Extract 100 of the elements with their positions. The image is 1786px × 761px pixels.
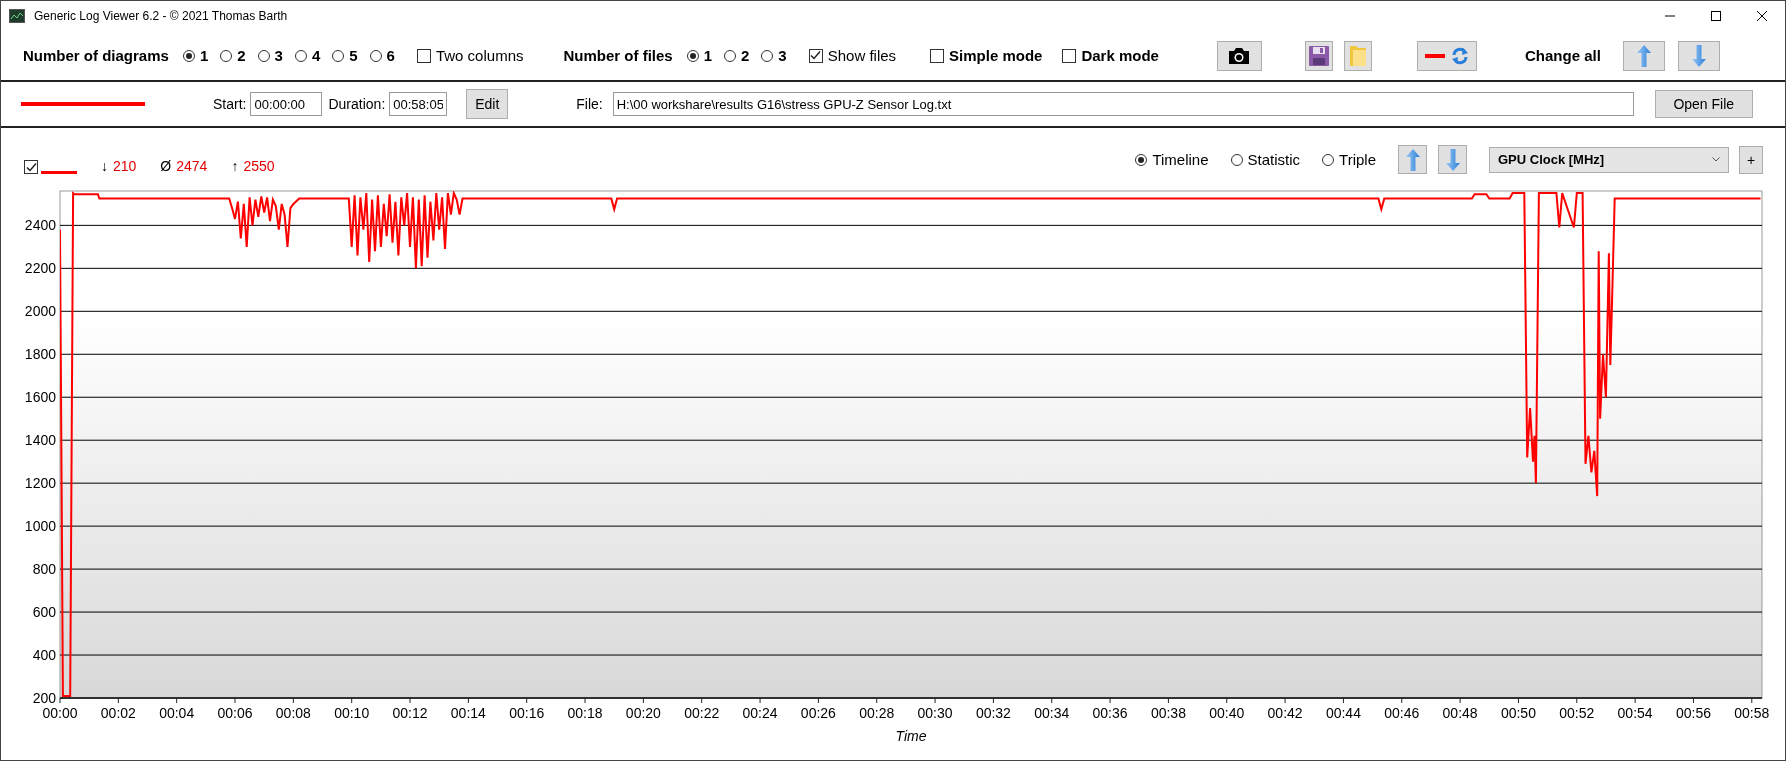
checkbox[interactable] (930, 48, 945, 63)
start-field[interactable]: 00:00:00 (250, 92, 323, 116)
axis-tick-label: 00:18 (567, 705, 603, 721)
axis-tick-label: 00:26 (800, 705, 836, 721)
checkbox-label: Simple mode (949, 47, 1043, 64)
axis-tick-label: 00:44 (1325, 705, 1361, 721)
camera-icon (1227, 46, 1252, 65)
checkbox[interactable] (1062, 48, 1077, 63)
option-label: 2 (237, 47, 246, 64)
axis-tick-label: 00:28 (859, 705, 895, 721)
radio-button[interactable] (257, 49, 270, 62)
checkbox[interactable] (416, 48, 431, 63)
axis-tick-label: 00:32 (975, 705, 1011, 721)
arrow-up-icon (1636, 44, 1651, 67)
axis-tick-label: 00:12 (392, 705, 428, 721)
option-label: 2 (741, 47, 750, 64)
axis-tick-label: 1600 (24, 389, 56, 406)
axis-tick-label: 00:06 (217, 705, 253, 721)
axis-title: Time (895, 728, 927, 744)
chevron-down-icon (1712, 157, 1720, 162)
axis-tick-label: 00:52 (1559, 705, 1595, 721)
stat-symbol: Ø (160, 158, 172, 174)
axis-tick-label: 00:58 (1734, 705, 1770, 721)
view-option-label: Timeline (1152, 151, 1209, 168)
view-option-label: Statistic (1247, 151, 1301, 168)
file-label: File: (576, 96, 603, 112)
arrow-up-icon (1405, 148, 1420, 171)
radio-button[interactable] (724, 49, 736, 62)
start-label: Start: (213, 96, 247, 112)
axis-tick-label: 00:56 (1675, 705, 1711, 721)
folder-icon (1347, 43, 1368, 68)
axis-tick-label: 00:30 (917, 705, 953, 721)
option-label: 3 (274, 47, 283, 64)
change-all-label: Change all (1524, 47, 1601, 64)
swap-color-button[interactable] (1416, 40, 1477, 71)
line-style-icon (21, 102, 145, 106)
legend-line-icon (41, 171, 77, 174)
axis-tick-label: 00:20 (625, 705, 661, 721)
maximize-icon (1711, 11, 1721, 21)
duration-label: Duration: (328, 96, 386, 112)
radio-button[interactable] (1135, 153, 1148, 166)
axis-tick-label: 00:46 (1384, 705, 1420, 721)
files-label: Number of files (563, 47, 673, 64)
diagrams-label: Number of diagrams (23, 47, 169, 64)
radio-button[interactable] (686, 49, 699, 62)
checkbox[interactable] (24, 160, 38, 174)
axis-tick-label: 00:50 (1500, 705, 1536, 721)
option-label: 4 (311, 47, 321, 64)
axis-tick-label: 1000 (24, 518, 56, 535)
axis-tick-label: 00:04 (159, 705, 195, 721)
sensor-dropdown[interactable]: GPU Clock [MHz] (1489, 146, 1729, 173)
window-title: Generic Log Viewer 6.2 - © 2021 Thomas Barth (34, 9, 288, 23)
refresh-icon (1450, 46, 1469, 65)
duration-field[interactable]: 00:58:05 (389, 92, 448, 116)
radio-button[interactable] (332, 49, 345, 62)
axis-tick-label: 00:48 (1442, 705, 1478, 721)
open-file-button[interactable]: Open File (1654, 90, 1753, 118)
axis-tick-label: 00:10 (334, 705, 370, 721)
save-button[interactable] (1304, 40, 1333, 71)
radio-button[interactable] (761, 49, 774, 62)
axis-tick-label: 00:22 (684, 705, 720, 721)
radio-button[interactable] (1322, 153, 1335, 166)
axis-tick-label: 2000 (24, 303, 56, 320)
close-icon (1757, 11, 1767, 21)
axis-tick-label: 00:38 (1150, 705, 1186, 721)
axis-tick-label: 00:40 (1209, 705, 1245, 721)
radio-button[interactable] (220, 49, 233, 62)
edit-button[interactable]: Edit (466, 89, 509, 119)
file-path-field[interactable]: H:\00 workshare\results G16\stress GPU-Z Sensor Log.txt (612, 92, 1634, 116)
axis-tick-label: 800 (32, 561, 56, 578)
radio-button[interactable] (369, 49, 382, 62)
axis-tick-label: 00:16 (509, 705, 545, 721)
axis-tick-label: 00:54 (1617, 705, 1653, 721)
stat-symbol: ↑ (231, 158, 239, 174)
axis-tick-label: 2400 (24, 217, 56, 234)
stat-value: 210 (113, 158, 137, 174)
stat-symbol: ↓ (101, 158, 108, 174)
add-button[interactable]: + (1739, 145, 1763, 174)
axis-tick-label: 00:08 (275, 705, 311, 721)
stat-value: 2550 (243, 158, 275, 174)
option-label: 3 (778, 47, 787, 64)
screenshot-button[interactable] (1216, 40, 1262, 71)
checkbox[interactable] (808, 48, 823, 63)
axis-tick-label: 600 (32, 604, 56, 621)
radio-button[interactable] (1230, 153, 1243, 166)
axis-tick-label: 00:36 (1092, 705, 1128, 721)
radio-button[interactable] (182, 49, 195, 62)
axis-tick-label: 1800 (24, 346, 56, 363)
move-up-button[interactable] (1622, 40, 1665, 71)
option-label: 1 (703, 47, 712, 64)
view-option-label: Triple (1339, 151, 1376, 168)
axis-tick-label: 200 (32, 690, 56, 706)
axis-tick-label: 00:42 (1267, 705, 1303, 721)
radio-button[interactable] (294, 49, 307, 62)
axis-tick-label: 00:00 (42, 705, 78, 721)
arrow-down-icon (1691, 44, 1706, 67)
axis-tick-label: 00:02 (100, 705, 136, 721)
stat-value: 2474 (176, 158, 208, 174)
checkbox-label: Dark mode (1081, 47, 1159, 64)
move-down-button[interactable] (1677, 40, 1720, 71)
